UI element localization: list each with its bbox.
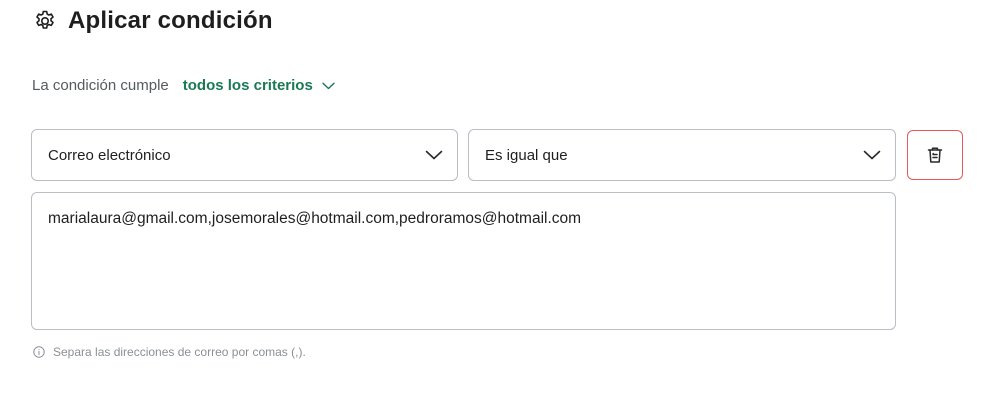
field-select[interactable]: Correo electrónico bbox=[31, 129, 458, 181]
page-title: Aplicar condición bbox=[68, 7, 273, 34]
criteria-dropdown[interactable]: todos los criterios bbox=[183, 77, 335, 94]
gear-icon bbox=[32, 8, 58, 34]
info-icon bbox=[33, 346, 45, 358]
delete-condition-button[interactable] bbox=[907, 130, 963, 180]
criteria-selected-value: todos los criterios bbox=[182, 76, 313, 94]
chevron-down-icon bbox=[863, 150, 881, 160]
trash-icon bbox=[927, 147, 943, 163]
value-textarea[interactable]: marialaura@gmail.com,josemorales@hotmail… bbox=[31, 192, 896, 330]
page-header: Aplicar condición bbox=[32, 6, 273, 36]
chevron-down-icon bbox=[322, 82, 335, 89]
chevron-down-icon bbox=[425, 150, 443, 160]
operator-select-value: Es igual que bbox=[485, 146, 568, 164]
criteria-label: La condición cumple bbox=[32, 76, 169, 94]
criteria-row: La condición cumple todos los criterios bbox=[32, 74, 335, 96]
operator-select[interactable]: Es igual que bbox=[468, 129, 896, 181]
hint-row: Separa las direcciones de correo por com… bbox=[33, 343, 306, 361]
hint-text: Separa las direcciones de correo por com… bbox=[53, 345, 306, 359]
field-select-value: Correo electrónico bbox=[48, 146, 171, 164]
